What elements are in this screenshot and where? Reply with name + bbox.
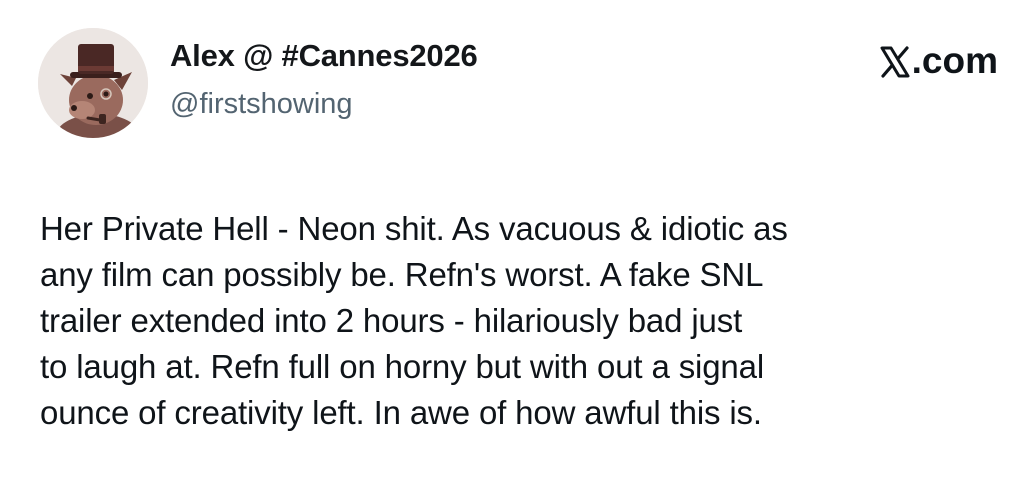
- tweet-body-line: any film can possibly be. Refn's worst. …: [40, 256, 764, 293]
- tweet-header: Alex @ #Cannes2026 @firstshowing .com: [38, 28, 998, 148]
- tweet-body-line: Her Private Hell - Neon shit. As vacuous…: [40, 210, 788, 247]
- user-handle[interactable]: @firstshowing: [170, 88, 353, 121]
- site-branding[interactable]: .com: [880, 40, 998, 82]
- display-name[interactable]: Alex @ #Cannes2026: [170, 38, 478, 74]
- tweet-body-line: trailer extended into 2 hours - hilariou…: [40, 302, 743, 339]
- tweet-body-line: to laugh at. Refn full on horny but with…: [40, 348, 765, 385]
- tweet-body: Her Private Hell - Neon shit. As vacuous…: [40, 206, 1015, 436]
- site-label: .com: [911, 40, 998, 81]
- x-logo-icon: [880, 45, 910, 78]
- avatar[interactable]: [38, 28, 148, 138]
- tweet-body-line: ounce of creativity left. In awe of how …: [40, 394, 762, 431]
- tweet-screenshot: Alex @ #Cannes2026 @firstshowing .com He…: [0, 0, 1024, 500]
- dog-top-hat-avatar-icon: [38, 28, 148, 138]
